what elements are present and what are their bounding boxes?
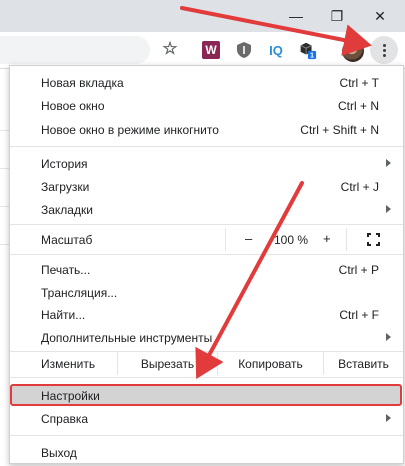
menu-item-label: Новое окно в режиме инкогнито — [41, 123, 219, 137]
avatar[interactable] — [342, 40, 364, 62]
menu-item-label: Найти... — [41, 308, 86, 322]
paste-button[interactable]: Вставить — [323, 352, 403, 375]
maximize-button[interactable]: ❐ — [319, 3, 355, 29]
menu-item-print[interactable]: Печать... Ctrl + P — [10, 258, 403, 281]
menu-item-label: Настройки — [41, 389, 100, 403]
menu-divider — [10, 377, 403, 378]
menu-item-label: Закладки — [41, 203, 93, 217]
menu-item-settings[interactable]: Настройки — [10, 384, 403, 407]
submenu-arrow-icon — [386, 333, 391, 341]
extension-shield-icon[interactable] — [234, 40, 254, 60]
submenu-arrow-icon — [386, 205, 391, 213]
browser-window: — ❐ ✕ ☆ W IQ 1 Новая вкладка Ctrl + T Но… — [0, 0, 405, 466]
extension-badge: 1 — [310, 51, 314, 60]
chrome-main-menu: Новая вкладка Ctrl + T Новое окно Ctrl +… — [9, 65, 404, 464]
menu-item-label: Дополнительные инструменты — [41, 331, 213, 345]
menu-item-label: История — [41, 157, 88, 171]
close-button[interactable]: ✕ — [362, 3, 398, 29]
menu-item-label: Выход — [41, 446, 77, 460]
zoom-in-button[interactable]: + — [323, 231, 331, 246]
menu-item-label: Новая вкладка — [41, 76, 124, 90]
menu-item-zoom: Масштаб – 100 % + — [10, 228, 403, 251]
zoom-controls: – 100 % + — [225, 228, 347, 251]
extension-w-icon[interactable]: W — [202, 41, 220, 59]
menu-item-downloads[interactable]: Загрузки Ctrl + J — [10, 175, 403, 198]
menu-item-find[interactable]: Найти... Ctrl + F — [10, 303, 403, 326]
title-bar: — ❐ ✕ — [0, 0, 405, 32]
menu-item-label: Загрузки — [41, 180, 90, 194]
menu-item-incognito[interactable]: Новое окно в режиме инкогнито Ctrl + Shi… — [10, 118, 403, 141]
copy-button[interactable]: Копировать — [217, 352, 323, 375]
menu-item-new-window[interactable]: Новое окно Ctrl + N — [10, 94, 403, 117]
menu-item-shortcut: Ctrl + F — [339, 308, 379, 322]
menu-divider — [10, 435, 403, 436]
minimize-button[interactable]: — — [278, 3, 314, 29]
menu-item-label: Печать... — [41, 263, 91, 277]
kebab-menu-icon[interactable] — [370, 36, 398, 64]
menu-item-label: Масштаб — [41, 233, 93, 247]
menu-item-help[interactable]: Справка — [10, 407, 403, 430]
menu-item-shortcut: Ctrl + J — [340, 180, 379, 194]
menu-item-cast[interactable]: Трансляция... — [10, 281, 403, 304]
menu-item-label: Новое окно — [41, 99, 105, 113]
menu-item-label: Трансляция... — [41, 286, 118, 300]
extension-cube-icon[interactable]: 1 — [297, 40, 317, 60]
menu-item-label: Справка — [41, 412, 89, 426]
menu-divider — [10, 146, 403, 147]
menu-divider — [10, 254, 403, 255]
star-icon[interactable]: ☆ — [160, 39, 180, 59]
fullscreen-icon[interactable] — [367, 233, 380, 246]
cut-button[interactable]: Вырезать — [117, 352, 217, 375]
menu-item-edit: Изменить Вырезать Копировать Вставить — [10, 352, 403, 375]
submenu-arrow-icon — [386, 159, 391, 167]
menu-item-label: Изменить — [41, 357, 96, 371]
menu-item-shortcut: Ctrl + T — [339, 76, 379, 90]
menu-item-bookmarks[interactable]: Закладки — [10, 198, 403, 221]
menu-item-shortcut: Ctrl + N — [337, 99, 379, 113]
menu-item-shortcut: Ctrl + P — [338, 263, 379, 277]
submenu-arrow-icon — [386, 414, 391, 422]
menu-item-new-tab[interactable]: Новая вкладка Ctrl + T — [10, 71, 403, 94]
extension-iq-icon[interactable]: IQ — [266, 40, 286, 60]
zoom-out-button[interactable]: – — [245, 231, 252, 246]
menu-item-exit[interactable]: Выход — [10, 441, 403, 464]
browser-toolbar: ☆ W IQ 1 — [0, 32, 405, 69]
address-bar[interactable] — [0, 36, 150, 64]
menu-item-history[interactable]: История — [10, 152, 403, 175]
zoom-level: 100 % — [274, 233, 309, 247]
menu-item-shortcut: Ctrl + Shift + N — [300, 123, 379, 137]
menu-item-more-tools[interactable]: Дополнительные инструменты — [10, 326, 403, 349]
menu-divider — [10, 224, 403, 225]
